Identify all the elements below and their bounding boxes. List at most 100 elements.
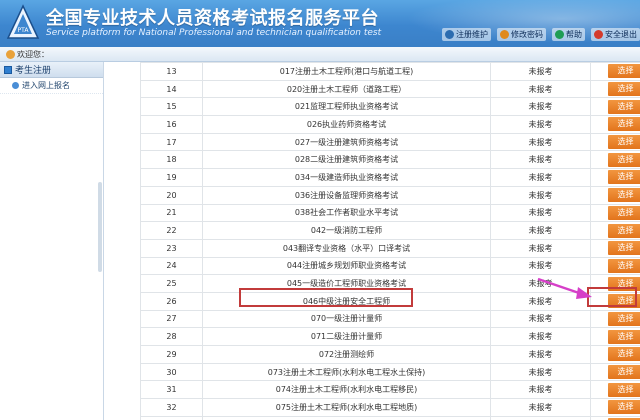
select-button[interactable]: 选择 xyxy=(607,135,640,150)
action-cell: 选择 xyxy=(590,185,640,205)
exam-status: 未报考 xyxy=(490,256,591,276)
row-number: 14 xyxy=(140,79,203,99)
table-row: 25 045一级造价工程师职业资格考试 未报考 选择 xyxy=(140,274,640,293)
logout-icon xyxy=(594,30,603,39)
table-row: 32 075注册土木工程师(水利水电工程地质) 未报考 选择 xyxy=(140,398,640,417)
sidebar-item-online-registration[interactable]: 进入网上报名 xyxy=(0,78,103,94)
select-button[interactable]: 选择 xyxy=(607,170,640,185)
row-number: 30 xyxy=(140,362,203,382)
select-button[interactable]: 选择 xyxy=(607,400,640,415)
sidebar-scrollbar[interactable] xyxy=(98,182,102,272)
action-cell: 选择 xyxy=(590,132,640,152)
exam-name: 017注册土木工程师(港口与航道工程) xyxy=(202,62,491,81)
select-button[interactable]: 选择 xyxy=(607,382,640,397)
exam-status: 未报考 xyxy=(490,291,591,311)
row-number: 20 xyxy=(140,185,203,205)
exam-list: 13 017注册土木工程师(港口与航道工程) 未报考 选择 14 020注册土木工程师（道… xyxy=(104,62,640,420)
exam-name: 028二级注册建筑师资格考试 xyxy=(202,150,491,170)
help-icon xyxy=(555,30,564,39)
help-link[interactable]: 帮助 xyxy=(552,28,585,41)
select-button[interactable]: 选择 xyxy=(607,294,640,309)
folder-icon xyxy=(4,65,12,74)
action-cell: 选择 xyxy=(590,398,640,417)
exam-status: 未报考 xyxy=(490,97,591,117)
welcome: 欢迎您： xyxy=(6,49,49,60)
select-button[interactable]: 选择 xyxy=(607,241,640,256)
action-cell: 选择 xyxy=(590,221,640,240)
action-cell: 选择 xyxy=(590,274,640,293)
select-button[interactable]: 选择 xyxy=(607,276,640,291)
bullet-icon xyxy=(12,82,19,89)
table-row: 19 034一级建造师执业资格考试 未报考 选择 xyxy=(140,168,640,187)
table-row: 23 043翻译专业资格（水平）口译考试 未报考 选择 xyxy=(140,238,640,258)
register-maintain-link[interactable]: 注册维护 xyxy=(442,28,491,41)
row-number: 25 xyxy=(140,274,203,293)
exam-name: 070一级注册计量师 xyxy=(202,309,491,329)
action-cell: 选择 xyxy=(590,168,640,187)
select-button[interactable]: 选择 xyxy=(607,117,640,132)
exam-status: 未报考 xyxy=(490,79,591,99)
select-button[interactable]: 选择 xyxy=(607,205,640,220)
user-icon xyxy=(6,50,15,59)
select-button[interactable]: 选择 xyxy=(607,188,640,203)
select-button[interactable]: 选择 xyxy=(607,258,640,273)
table-row: 26 046中级注册安全工程师 未报考 选择 xyxy=(140,291,640,311)
select-button[interactable]: 选择 xyxy=(607,311,640,326)
table-row: 18 028二级注册建筑师资格考试 未报考 选择 xyxy=(140,150,640,170)
select-button[interactable]: 选择 xyxy=(607,99,640,114)
change-password-link[interactable]: 修改密码 xyxy=(497,28,546,41)
exam-name: 071二级注册计量师 xyxy=(202,327,491,346)
table-row: 21 038社会工作者职业水平考试 未报考 选择 xyxy=(140,203,640,223)
table-row: 24 044注册城乡规划师职业资格考试 未报考 选择 xyxy=(140,256,640,276)
action-cell: 选择 xyxy=(590,291,640,311)
exam-status: 未报考 xyxy=(490,362,591,382)
select-button[interactable]: 选择 xyxy=(607,64,640,79)
exam-name: 073注册土木工程师(水利水电工程水土保持) xyxy=(202,362,491,382)
exam-name: 044注册城乡规划师职业资格考试 xyxy=(202,256,491,276)
table-row: 15 021监理工程师执业资格考试 未报考 选择 xyxy=(140,97,640,117)
select-button[interactable]: 选择 xyxy=(607,82,640,97)
action-cell: 选择 xyxy=(590,345,640,364)
svg-text:PTA: PTA xyxy=(18,27,30,34)
exam-name: 074注册土木工程师(水利水电工程移民) xyxy=(202,380,491,400)
logout-label: 安全退出 xyxy=(605,30,637,39)
row-number: 28 xyxy=(140,327,203,346)
table-row: 13 017注册土木工程师(港口与航道工程) 未报考 选择 xyxy=(140,62,640,81)
select-button[interactable]: 选择 xyxy=(607,347,640,362)
row-number: 15 xyxy=(140,97,203,117)
exam-name: 043翻译专业资格（水平）口译考试 xyxy=(202,238,491,258)
register-icon xyxy=(445,30,454,39)
exam-name: 021监理工程师执业资格考试 xyxy=(202,97,491,117)
exam-status: 未报考 xyxy=(490,185,591,205)
exam-status: 未报考 xyxy=(490,380,591,400)
row-number: 26 xyxy=(140,291,203,311)
exam-name: 036注册设备监理师资格考试 xyxy=(202,185,491,205)
table-row: 17 027一级注册建筑师资格考试 未报考 选择 xyxy=(140,132,640,152)
exam-name: 034一级建造师执业资格考试 xyxy=(202,168,491,187)
exam-name: 042一级消防工程师 xyxy=(202,221,491,240)
exam-name: 027一级注册建筑师资格考试 xyxy=(202,132,491,152)
row-number: 31 xyxy=(140,380,203,400)
select-button[interactable]: 选择 xyxy=(607,152,640,167)
page-subtitle: Service platform for National Profession… xyxy=(46,28,382,38)
sidebar-section-header[interactable]: 考生注册 xyxy=(0,62,103,78)
table-row: 30 073注册土木工程师(水利水电工程水土保持) 未报考 选择 xyxy=(140,362,640,382)
exam-name: 075注册土木工程师(水利水电工程地质) xyxy=(202,398,491,417)
action-cell: 选择 xyxy=(590,256,640,276)
exam-name: 076注册土木工程师(水工结构) xyxy=(202,415,491,420)
exam-name: 045一级造价工程师职业资格考试 xyxy=(202,274,491,293)
row-number: 17 xyxy=(140,132,203,152)
page-title: 全国专业技术人员资格考试报名服务平台 xyxy=(46,8,379,29)
action-cell: 选择 xyxy=(590,415,640,420)
exam-status: 未报考 xyxy=(490,415,591,420)
select-button[interactable]: 选择 xyxy=(607,329,640,344)
exam-status: 未报考 xyxy=(490,238,591,258)
select-button[interactable]: 选择 xyxy=(607,223,640,238)
logout-link[interactable]: 安全退出 xyxy=(591,28,640,41)
row-number: 19 xyxy=(140,168,203,187)
select-button[interactable]: 选择 xyxy=(607,365,640,380)
table-row: 33076注册土木工程师(水工结构)未报考选择 xyxy=(140,415,640,420)
exam-name: 072注册测绘师 xyxy=(202,345,491,364)
row-number: 21 xyxy=(140,203,203,223)
app-header: PTA 全国专业技术人员资格考试报名服务平台 Service platform … xyxy=(0,0,640,47)
